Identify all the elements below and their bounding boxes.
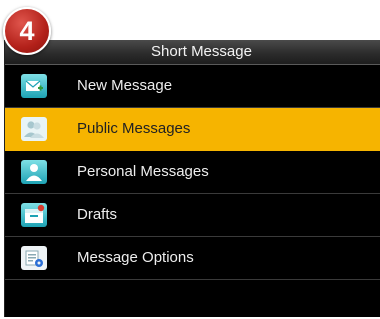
step-number-badge: 4 (3, 7, 51, 55)
public-messages-icon (21, 117, 47, 141)
menu-item-personal-messages[interactable]: Personal Messages (5, 151, 380, 194)
personal-messages-icon (21, 160, 47, 184)
menu-item-public-messages[interactable]: Public Messages (5, 108, 380, 151)
message-options-icon (21, 246, 47, 270)
menu-item-drafts[interactable]: Drafts (5, 194, 380, 237)
drafts-icon (21, 203, 47, 227)
page-title: Short Message (5, 40, 380, 65)
menu-item-label: Message Options (77, 249, 194, 266)
new-message-icon (21, 74, 47, 98)
menu-item-label: Public Messages (77, 120, 191, 137)
device-screen: Short Message New Message Public Message… (4, 40, 380, 317)
menu-item-label: Drafts (77, 206, 118, 223)
menu-item-label: Personal Messages (77, 163, 209, 180)
menu-item-label: New Message (77, 77, 173, 94)
menu-item-new-message[interactable]: New Message (5, 65, 380, 108)
short-message-menu: New Message Public Messages Personal Mes… (5, 65, 380, 280)
menu-item-message-options[interactable]: Message Options (5, 237, 380, 280)
